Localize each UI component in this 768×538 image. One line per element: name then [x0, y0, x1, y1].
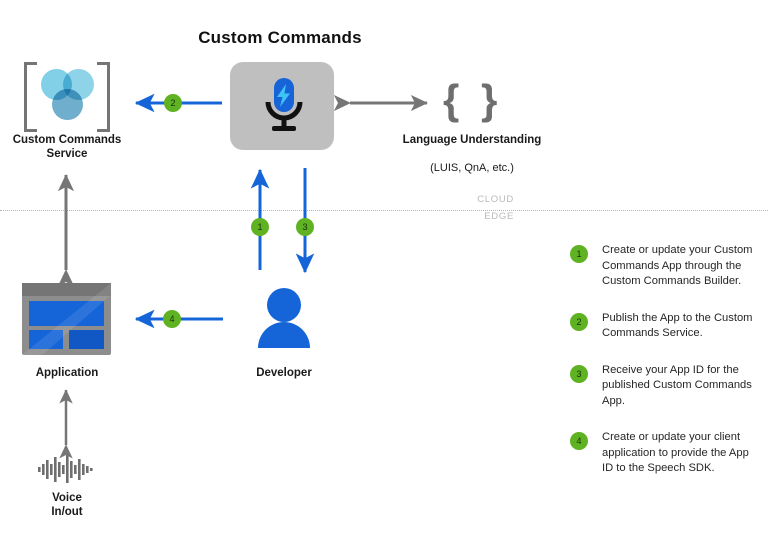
- legend-text-2: Publish the App to the Custom Commands S…: [602, 311, 753, 340]
- legend-item-3: 3 Receive your App ID for the published …: [570, 363, 760, 410]
- legend: 1 Create or update your Custom Commands …: [570, 243, 760, 498]
- legend-text-1: Create or update your Custom Commands Ap…: [602, 244, 753, 287]
- legend-text-4: Create or update your client application…: [602, 431, 749, 474]
- connector-badge-1: 1: [251, 218, 269, 236]
- legend-badge-3: 3: [570, 364, 588, 383]
- legend-text-3: Receive your App ID for the published Cu…: [602, 363, 752, 407]
- legend-item-1: 1 Create or update your Custom Commands …: [570, 243, 760, 290]
- legend-badge-4: 4: [570, 432, 588, 450]
- connector-badge-4: 4: [163, 310, 181, 328]
- legend-badge-2: 2: [570, 312, 588, 331]
- legend-item-4: 4 Create or update your client applicati…: [570, 430, 760, 477]
- legend-item-2: 2 Publish the App to the Custom Commands…: [570, 311, 760, 342]
- diagram-canvas: Custom Commands CLOUD EDGE Custom Comman…: [0, 0, 768, 538]
- connector-badge-2: 2: [164, 94, 182, 112]
- connector-badge-3: 3: [296, 218, 314, 236]
- legend-badge-1: 1: [570, 245, 588, 263]
